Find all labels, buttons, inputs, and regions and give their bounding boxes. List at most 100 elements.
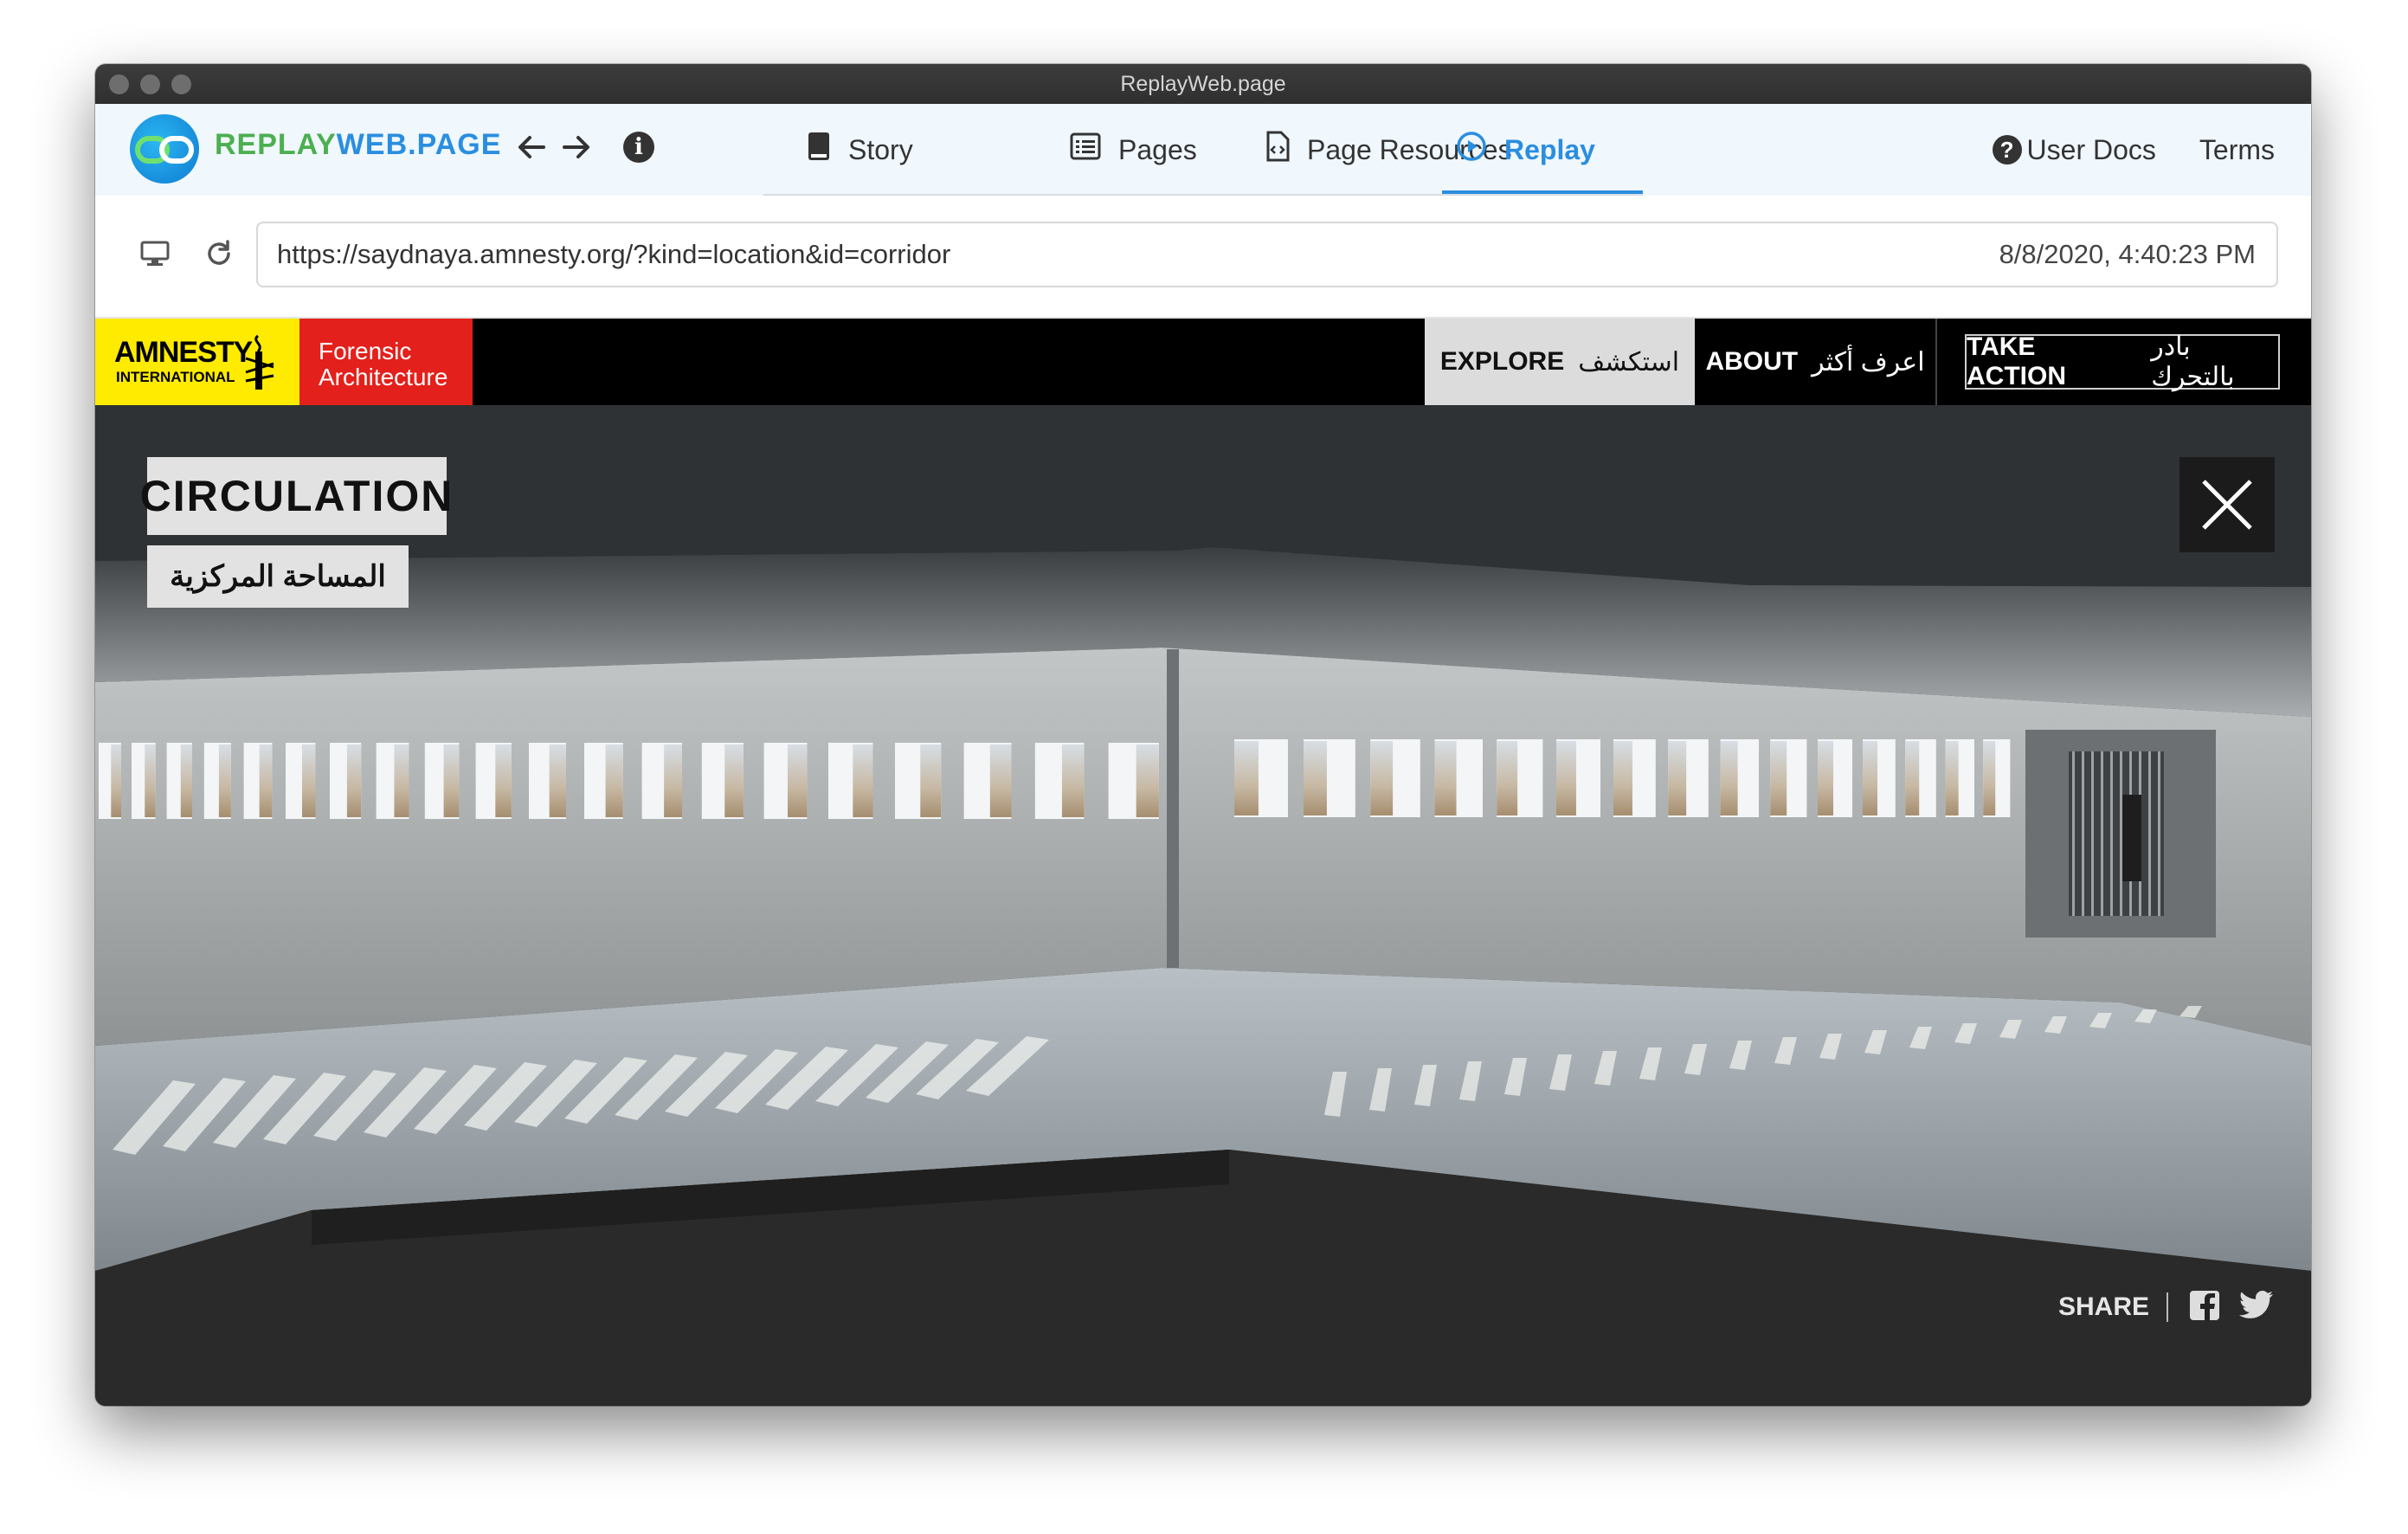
back-gate — [2069, 751, 2164, 916]
monitor-icon[interactable] — [140, 241, 170, 271]
menu-explore-ar: استكشف — [1578, 347, 1680, 377]
amnesty-logo-line2: INTERNATIONAL — [116, 369, 235, 385]
share-label: SHARE — [2058, 1292, 2169, 1322]
amnesty-logo[interactable]: AMNESTY INTERNATIONAL — [95, 319, 299, 405]
window-title: ReplayWeb.page — [1120, 72, 1286, 96]
wall-window-view — [1770, 741, 1787, 815]
wall-window-view — [1983, 741, 1996, 815]
url-text: https://saydnaya.amnesty.org/?kind=locat… — [277, 239, 951, 269]
gate-bar — [2158, 751, 2160, 916]
candle-icon — [245, 334, 274, 390]
close-icon — [2202, 480, 2252, 530]
user-docs-link[interactable]: ? User Docs — [1992, 133, 2156, 166]
list-icon — [1070, 132, 1101, 167]
question-circle-icon: ? — [1992, 135, 2022, 164]
tab-replay[interactable]: Replay — [1456, 104, 1595, 196]
wall-window-view — [1434, 741, 1457, 815]
gate-bar — [2120, 751, 2122, 916]
gate-bar — [2110, 751, 2113, 916]
wall-window-view — [1061, 744, 1085, 817]
back-arrow-icon[interactable] — [514, 130, 549, 164]
menu-explore[interactable]: EXPLORE استكشف — [1425, 319, 1695, 405]
wall-window-view — [1136, 744, 1159, 817]
menu-explore-en: EXPLORE — [1439, 347, 1565, 376]
tab-story[interactable]: Story — [807, 104, 913, 196]
wall-window-view — [1720, 741, 1738, 815]
url-input[interactable]: https://saydnaya.amnesty.org/?kind=locat… — [256, 222, 2278, 287]
tab-bar: Story Pages Page Resources Replay — [763, 104, 1643, 196]
site-header: AMNESTY INTERNATIONAL Forensic Architect… — [95, 319, 2311, 405]
wall-window-view — [1556, 741, 1576, 815]
menu-about-ar: اعرف أكثر — [1812, 347, 1925, 377]
wall-window-view — [495, 744, 512, 817]
wall-window-view — [1304, 741, 1327, 815]
gate-bar — [2082, 751, 2084, 916]
wall-window-view — [549, 744, 566, 817]
amnesty-logo-line1: AMNESTY — [114, 336, 253, 369]
wall-window-view — [346, 744, 362, 817]
wall-window-view — [1234, 741, 1259, 815]
wall-window-view — [787, 744, 808, 817]
wall-window-view — [443, 744, 460, 817]
gate-bar — [2101, 751, 2103, 916]
share-bar: SHARE — [2058, 1281, 2293, 1333]
replay-viewport: AMNESTY INTERNATIONAL Forensic Architect… — [95, 319, 2311, 1406]
header-links: ? User Docs Terms — [1992, 104, 2275, 196]
wall-window-view — [724, 744, 744, 817]
wall-window-view — [1613, 741, 1632, 815]
tab-pages[interactable]: Pages — [1070, 104, 1197, 196]
facebook-icon[interactable] — [2189, 1290, 2220, 1325]
file-code-icon — [1265, 131, 1290, 169]
wall-window-view — [301, 744, 316, 817]
wall-window-view — [1818, 741, 1833, 815]
wall-window-view — [218, 744, 231, 817]
tab-replay-label: Replay — [1504, 133, 1595, 165]
corridor-3d-scene[interactable] — [95, 405, 2311, 1406]
forensic-architecture-logo[interactable]: Forensic Architecture — [299, 319, 473, 405]
browser-window: ReplayWeb.page REPLAYWEB.PAGE i Story Pa… — [95, 64, 2311, 1406]
wall-window-view — [1668, 741, 1687, 815]
book-icon — [807, 132, 831, 168]
wall-window-view — [605, 744, 623, 817]
menu-about[interactable]: ABOUT اعرف أكثر — [1695, 319, 1937, 405]
menu-action-ar: بادر بالتحرك — [2151, 332, 2235, 391]
menu-take-action[interactable]: TAKE ACTION بادر بالتحرك — [1965, 332, 2280, 391]
wall-window-view — [1370, 741, 1394, 815]
terms-link[interactable]: Terms — [2199, 134, 2275, 166]
brand-part-replay: REPLAY — [215, 128, 337, 161]
wall-window-view — [1905, 741, 1920, 815]
wall-window-view — [664, 744, 682, 817]
title-bar: ReplayWeb.page — [95, 64, 2311, 105]
wall-window-view — [180, 744, 192, 817]
tab-story-label: Story — [848, 133, 913, 165]
menu-action-en: TAKE ACTION — [1967, 332, 2066, 390]
gate-bar — [2091, 751, 2094, 916]
location-title: CIRCULATION — [140, 457, 452, 535]
location-title-arabic: المساحة المركزية — [147, 545, 409, 608]
wall-window-view — [111, 744, 121, 817]
wall-window-view — [920, 744, 942, 817]
close-panel-button[interactable] — [2179, 457, 2275, 552]
replayweb-logo-icon[interactable] — [130, 114, 199, 184]
gate-bar — [2072, 751, 2075, 916]
forward-arrow-icon[interactable] — [559, 130, 594, 164]
twitter-icon[interactable] — [2239, 1290, 2274, 1325]
fa-logo-line2: Architecture — [319, 364, 448, 390]
wall-window-view — [259, 744, 273, 817]
active-tab-indicator — [1442, 190, 1643, 194]
capture-timestamp: 8/8/2020, 4:40:23 PM — [1999, 239, 2256, 269]
menu-about-en: ABOUT — [1705, 347, 1799, 376]
wall-window-view — [853, 744, 873, 817]
wall-window-view — [145, 744, 156, 817]
brand-name[interactable]: REPLAYWEB.PAGE — [215, 128, 501, 162]
play-circle-icon — [1456, 131, 1487, 169]
fa-logo-line1: Forensic — [319, 338, 412, 364]
app-toolbar: REPLAYWEB.PAGE i Story Pages Page Resour… — [95, 104, 2311, 196]
address-row: https://saydnaya.amnesty.org/?kind=locat… — [95, 196, 2311, 319]
wall-window-view — [394, 744, 409, 817]
reload-icon[interactable] — [204, 239, 234, 273]
gate-bar — [2148, 751, 2151, 916]
tab-pages-label: Pages — [1118, 133, 1197, 165]
info-icon[interactable]: i — [623, 132, 654, 163]
user-docs-label: User Docs — [2026, 133, 2156, 165]
